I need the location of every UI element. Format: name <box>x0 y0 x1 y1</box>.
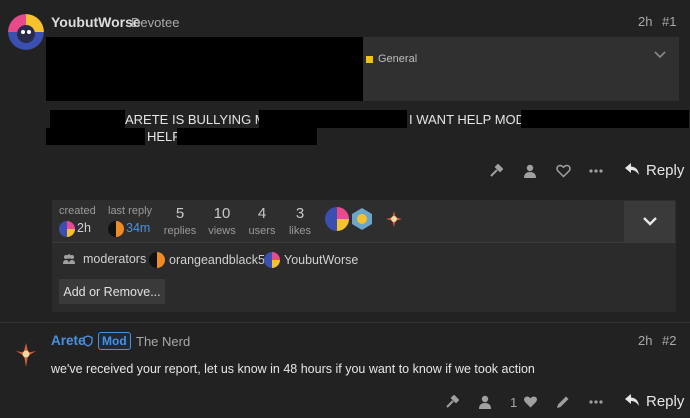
moderators-label: moderators <box>83 252 147 266</box>
last-reply-time[interactable]: 34m <box>126 221 150 235</box>
redacted-text-4 <box>46 128 145 145</box>
category-label: General <box>378 53 418 65</box>
stat-replies: 5 replies <box>160 205 200 237</box>
post-2-time[interactable]: 2h <box>638 333 652 348</box>
admin-wrench-icon[interactable] <box>443 393 461 411</box>
reply-label: Reply <box>646 393 685 410</box>
created-time[interactable]: 2h <box>77 221 91 235</box>
stat-views-value: 10 <box>213 205 231 222</box>
chevron-down-icon[interactable] <box>652 48 668 62</box>
member-name: orangeandblack5 <box>169 253 265 267</box>
post-2-user-title: The Nerd <box>136 334 191 349</box>
stat-views: 10 views <box>202 205 242 237</box>
redacted-text-1 <box>50 110 125 128</box>
edit-pencil-icon[interactable] <box>554 393 572 411</box>
category-badge[interactable]: General <box>366 53 417 65</box>
last-reply-label: last reply <box>108 205 153 217</box>
like-heart-icon[interactable] <box>554 162 572 180</box>
reply-arrow-icon <box>625 393 639 410</box>
mod-badge[interactable]: Mod <box>98 332 131 350</box>
more-ellipsis-icon[interactable] <box>587 393 605 411</box>
redacted-text-5 <box>177 128 317 145</box>
reply-arrow-icon <box>625 162 639 179</box>
stat-likes-label: likes <box>288 225 311 237</box>
user-icon[interactable] <box>476 393 494 411</box>
creator-avatar[interactable] <box>59 221 75 237</box>
stat-likes-value: 3 <box>295 205 305 222</box>
topic-map-toggle-button[interactable] <box>624 201 675 242</box>
stat-likes: 3 likes <box>280 205 320 237</box>
youbutworse-avatar[interactable] <box>8 14 44 50</box>
category-color-square <box>366 55 373 63</box>
user-icon[interactable] <box>521 162 539 180</box>
post-2-body: we've received your report, let us know … <box>51 362 535 376</box>
stat-views-label: views <box>208 225 236 237</box>
last-reply-avatar[interactable] <box>108 221 124 237</box>
post-1-reply-button[interactable]: Reply <box>625 162 684 179</box>
admin-wrench-icon[interactable] <box>487 162 505 180</box>
like-heart-icon[interactable] <box>521 393 539 411</box>
participant-avatar-2[interactable] <box>350 207 374 231</box>
stat-replies-value: 5 <box>175 205 185 222</box>
member-avatar <box>149 252 165 268</box>
member-name: YoubutWorse <box>284 253 359 267</box>
member-avatar <box>264 252 280 268</box>
post-2-number[interactable]: #2 <box>662 333 676 348</box>
topic-map-divider <box>52 242 676 243</box>
post-1-body-part3: HELP <box>147 129 181 144</box>
stat-replies-label: replies <box>163 225 197 237</box>
post-2-reply-button[interactable]: Reply <box>625 393 684 410</box>
group-icon <box>63 254 75 264</box>
participant-avatars <box>325 207 406 231</box>
stat-users: 4 users <box>242 205 282 237</box>
add-remove-label: Add or Remove... <box>63 284 161 299</box>
redacted-text-2 <box>259 110 407 128</box>
moderators-group-chip[interactable]: moderators <box>62 252 146 266</box>
post-1-body-part2: I WANT HELP MODS <box>409 112 534 127</box>
post-1-user-title: Devotee <box>131 15 180 30</box>
like-count[interactable]: 1 <box>510 395 517 410</box>
member-chip-orangeandblack5[interactable]: orangeandblack5 <box>149 252 265 268</box>
redacted-text-3 <box>521 110 689 128</box>
reply-label: Reply <box>646 162 685 179</box>
stat-users-label: users <box>248 225 276 237</box>
stat-users-value: 4 <box>257 205 267 222</box>
member-chip-youbutworse[interactable]: YoubutWorse <box>264 252 358 268</box>
created-label: created <box>59 205 96 217</box>
participant-avatar-3[interactable] <box>382 207 406 231</box>
post-1-number[interactable]: #1 <box>662 14 676 29</box>
post-divider <box>0 322 690 323</box>
shield-icon <box>83 334 93 352</box>
post-1-time[interactable]: 2h <box>638 14 652 29</box>
chevron-down-icon <box>642 217 657 226</box>
post-2-username[interactable]: Arete <box>51 333 86 348</box>
post-1-username[interactable]: YoubutWorse <box>51 14 141 30</box>
more-ellipsis-icon[interactable] <box>587 162 605 180</box>
participant-avatar-1[interactable] <box>325 207 349 231</box>
arete-avatar[interactable] <box>8 337 44 373</box>
redacted-block <box>46 37 363 101</box>
add-remove-button[interactable]: Add or Remove... <box>59 279 165 304</box>
post-1-body-part1: ARETE IS BULLYING ME <box>125 112 275 127</box>
